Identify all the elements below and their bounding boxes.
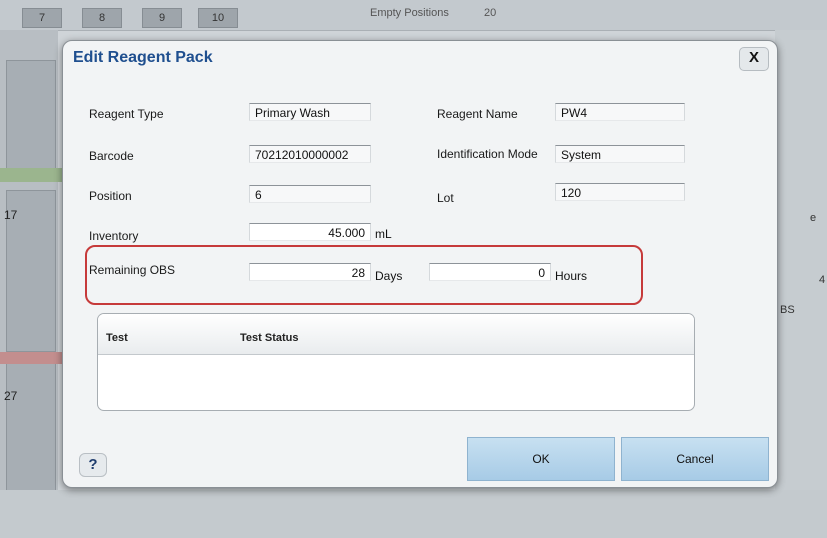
column-header-test[interactable]: Test [106, 332, 128, 344]
inventory-input[interactable]: 45.000 [249, 223, 371, 241]
inventory-unit: mL [375, 227, 392, 241]
remaining-obs-hours-input[interactable]: 0 [429, 263, 551, 281]
position-label: Position [89, 189, 132, 203]
background-bottom-bar [0, 490, 827, 538]
position-slot[interactable]: 9 [142, 8, 182, 28]
barcode-field: 70212010000002 [249, 145, 371, 163]
table-header: Test Test Status [98, 314, 694, 355]
ok-button[interactable]: OK [467, 437, 615, 481]
edit-reagent-pack-dialog: Edit Reagent Pack X Reagent Type Primary… [62, 40, 778, 488]
reagent-name-field: PW4 [555, 103, 685, 121]
inventory-label: Inventory [89, 229, 139, 243]
background-right-panel: e 4 BS [775, 30, 827, 538]
row-number: 27 [4, 389, 18, 403]
identification-mode-label: Identification Mode [437, 147, 538, 161]
position-slot[interactable]: 10 [198, 8, 238, 28]
empty-positions-value: 20 [484, 7, 497, 19]
background-topbar: 7 8 9 10 Empty Positions 20 [0, 0, 827, 31]
barcode-label: Barcode [89, 149, 134, 163]
hours-unit: Hours [555, 269, 588, 283]
row-number: 17 [4, 208, 18, 222]
close-button[interactable]: X [739, 47, 769, 71]
status-stripe-green [0, 168, 62, 182]
identification-mode-field: System [555, 145, 685, 163]
right-panel-text: e [810, 212, 817, 224]
position-field: 6 [249, 185, 371, 203]
test-status-table[interactable]: Test Test Status [97, 313, 695, 411]
empty-positions-label: Empty Positions [370, 7, 449, 19]
lot-label: Lot [437, 191, 454, 205]
status-stripe-red [0, 352, 62, 364]
reagent-type-field: Primary Wash [249, 103, 371, 121]
background-position-column [0, 30, 58, 538]
position-cell[interactable] [6, 60, 56, 182]
dialog-title: Edit Reagent Pack [73, 49, 213, 66]
help-button[interactable]: ? [79, 453, 107, 477]
remaining-obs-label: Remaining OBS [89, 263, 176, 277]
remaining-obs-days-input[interactable]: 28 [249, 263, 371, 281]
cancel-button[interactable]: Cancel [621, 437, 769, 481]
reagent-name-label: Reagent Name [437, 107, 518, 121]
lot-field: 120 [555, 183, 685, 201]
days-unit: Days [375, 269, 403, 283]
position-slot[interactable]: 7 [22, 8, 62, 28]
column-header-test-status[interactable]: Test Status [240, 332, 298, 344]
position-slot[interactable]: 8 [82, 8, 122, 28]
right-panel-text: 4 [819, 274, 826, 286]
right-panel-text: BS [780, 304, 795, 316]
reagent-type-label: Reagent Type [89, 107, 164, 121]
